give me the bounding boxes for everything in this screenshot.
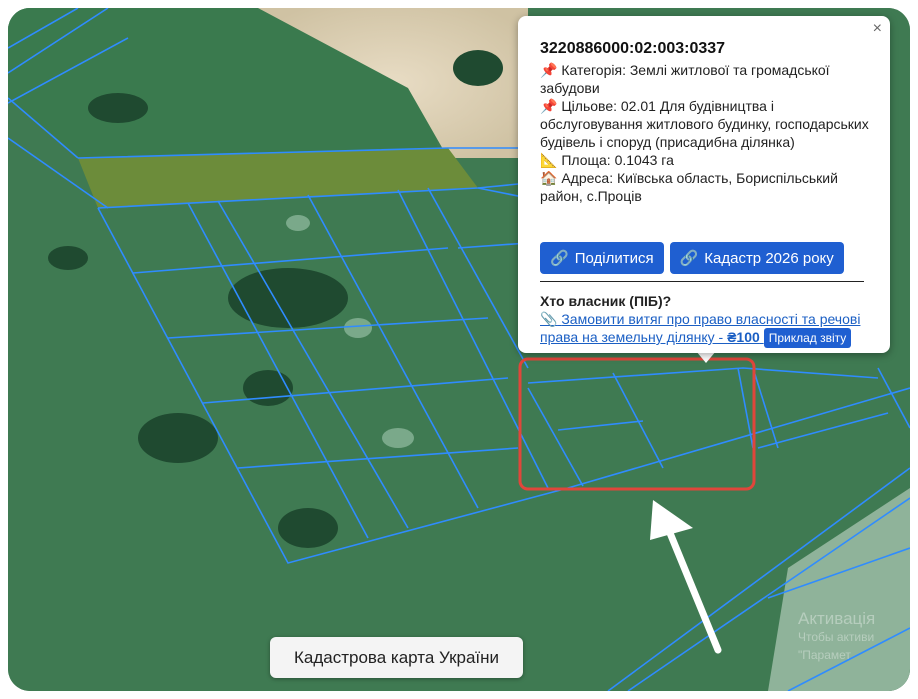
watermark-line: "Парамет bbox=[798, 648, 851, 662]
address-text: Адреса: Київська область, Бориспільський… bbox=[540, 170, 838, 204]
pushpin-icon: 📌 bbox=[540, 98, 558, 114]
ruler-icon: 📐 bbox=[540, 152, 558, 168]
link-icon: 🔗 bbox=[550, 250, 569, 267]
watermark-line: Чтобы активи bbox=[798, 630, 875, 644]
map-viewport[interactable]: × 3220886000:02:003:0337 📌 Категорія: Зе… bbox=[8, 8, 910, 691]
watermark-line: Активація bbox=[798, 609, 876, 628]
map-title-badge: Кадастрова карта України bbox=[270, 637, 523, 678]
popup-actions: 🔗 Поділитися 🔗 Кадастр 2026 року bbox=[540, 242, 844, 274]
area-text: Площа: 0.1043 га bbox=[561, 152, 674, 168]
order-price[interactable]: ₴100 bbox=[727, 329, 760, 345]
parcel-details: 📌 Категорія: Землі житлової та громадськ… bbox=[540, 61, 870, 205]
purpose-row: 📌 Цільове: 02.01 Для будівництва і обслу… bbox=[540, 97, 870, 151]
parcel-info-popup: × 3220886000:02:003:0337 📌 Категорія: Зе… bbox=[518, 16, 890, 353]
close-icon[interactable]: × bbox=[873, 20, 882, 38]
category-row: 📌 Категорія: Землі житлової та громадськ… bbox=[540, 61, 870, 97]
activation-watermark: Активація Чтобы активи "Парамет bbox=[798, 610, 875, 664]
parcel-cadastral-number: 3220886000:02:003:0337 bbox=[540, 40, 726, 57]
link-icon: 🔗 bbox=[679, 250, 699, 267]
cadastre-2026-button[interactable]: 🔗 Кадастр 2026 року bbox=[669, 242, 844, 274]
address-row: 🏠 Адреса: Київська область, Бориспільськ… bbox=[540, 169, 870, 205]
divider bbox=[540, 281, 864, 282]
paperclip-icon: 📎 bbox=[540, 311, 558, 327]
category-text: Категорія: Землі житлової та громадської… bbox=[540, 62, 830, 96]
share-button[interactable]: 🔗 Поділитися bbox=[540, 242, 664, 274]
share-button-label: Поділитися bbox=[574, 249, 654, 267]
house-icon: 🏠 bbox=[540, 170, 558, 186]
cadastre-button-label: Кадастр 2026 року bbox=[704, 249, 834, 267]
sample-report-button[interactable]: Приклад звіту bbox=[763, 328, 852, 348]
area-row: 📐 Площа: 0.1043 га bbox=[540, 151, 870, 169]
owner-title: Хто власник (ПІБ)? bbox=[540, 293, 672, 309]
purpose-text: Цільове: 02.01 Для будівництва і обслуго… bbox=[540, 98, 869, 150]
order-extract-link[interactable]: 📎 Замовити витяг про право власності та … bbox=[540, 310, 870, 348]
pushpin-icon: 📌 bbox=[540, 62, 558, 78]
